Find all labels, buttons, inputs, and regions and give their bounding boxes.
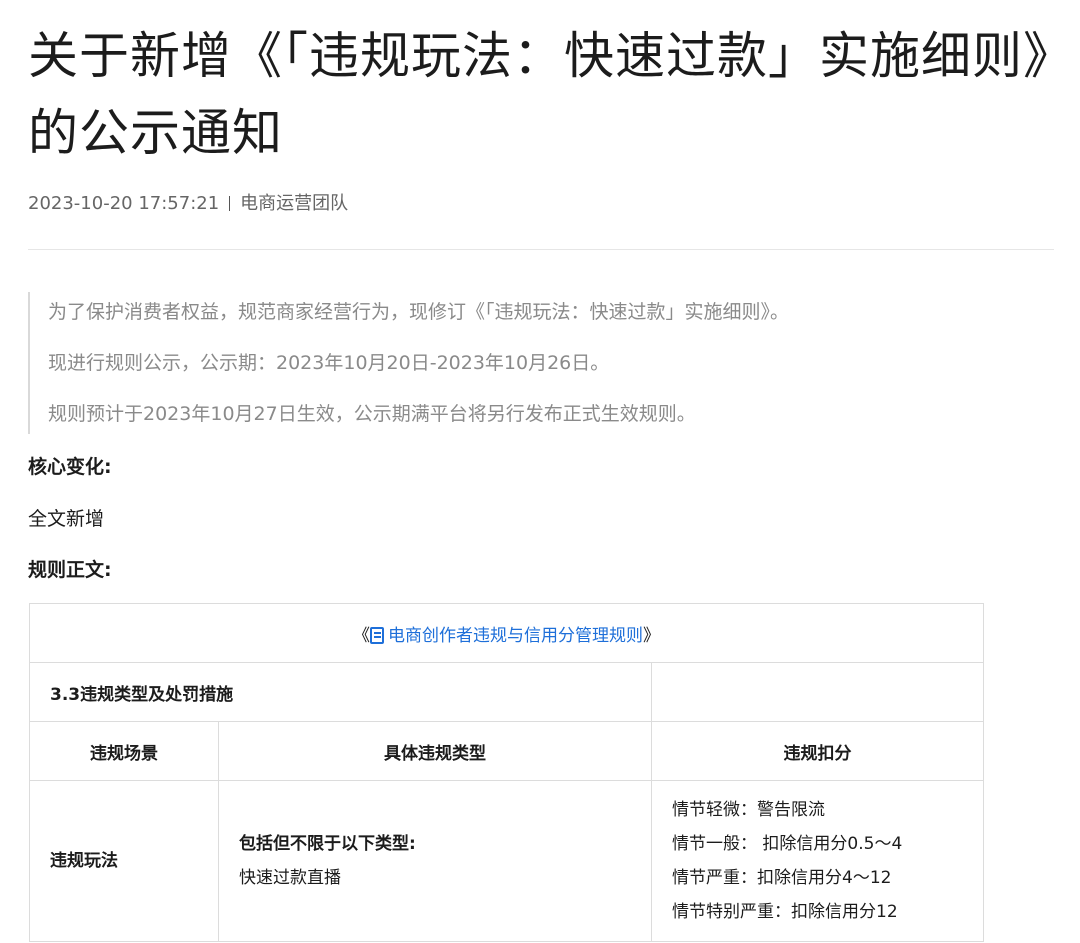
violation-type-cell: 包括但不限于以下类型: 快速过款直播 [218, 780, 652, 942]
violation-type-item: 快速过款直播 [239, 868, 341, 888]
rule-link-cell: 《电商创作者违规与信用分管理规则》 [29, 603, 984, 663]
author-name: 电商运营团队 [240, 193, 349, 214]
rules-table: 《电商创作者违规与信用分管理规则》 3.3违规类型及处罚措施 违规场景 具体违规… [29, 603, 984, 942]
publish-date: 2023-10-20 17:57:21 [28, 193, 220, 214]
rule-link-prefix: 《 [353, 625, 370, 646]
penalty-line: 情节一般： 扣除信用分0.5～4 [672, 834, 903, 854]
document-icon [370, 626, 384, 644]
intro-line: 现进行规则公示，公示期：2023年10月20日-2023年10月26日。 [48, 352, 610, 374]
violation-type-title: 包括但不限于以下类型: [239, 834, 416, 854]
empty-cell [651, 662, 984, 722]
penalty-line: 情节严重：扣除信用分4～12 [672, 868, 892, 888]
violation-scene: 违规玩法 [29, 780, 219, 942]
penalty-line: 情节轻微：警告限流 [672, 800, 825, 820]
article-meta: 2023-10-20 17:57:21 电商运营团队 [28, 191, 348, 217]
core-change-label: 核心变化: [28, 456, 112, 478]
column-header: 具体违规类型 [218, 721, 652, 781]
rule-link-suffix: 》 [643, 625, 660, 646]
intro-line: 规则预计于2023年10月27日生效，公示期满平台将另行发布正式生效规则。 [48, 403, 696, 425]
penalty-line: 情节特别严重：扣除信用分12 [672, 902, 898, 922]
core-change-value: 全文新增 [28, 508, 105, 530]
section-title: 3.3违规类型及处罚措施 [29, 662, 652, 722]
rule-link[interactable]: 电商创作者违规与信用分管理规则 [388, 626, 643, 646]
column-header: 违规场景 [29, 721, 219, 781]
article-title: 关于新增《「违规玩法：快速过款」实施细则》的公示通知 [28, 27, 1049, 162]
intro-line: 为了保护消费者权益，规范商家经营行为，现修订《「违规玩法：快速过款」实施细则》。 [48, 301, 790, 323]
header-divider [28, 249, 1054, 250]
meta-separator [229, 196, 231, 211]
rule-body-label: 规则正文: [28, 559, 112, 581]
penalty-cell: 情节轻微：警告限流 情节一般： 扣除信用分0.5～4 情节严重：扣除信用分4～1… [651, 780, 984, 942]
table-row: 违规玩法 包括但不限于以下类型: 快速过款直播 情节轻微：警告限流 情节一般： … [29, 780, 984, 942]
intro-blockquote: 为了保护消费者权益，规范商家经营行为，现修订《「违规玩法：快速过款」实施细则》。… [28, 292, 1028, 434]
column-header: 违规扣分 [651, 721, 984, 781]
